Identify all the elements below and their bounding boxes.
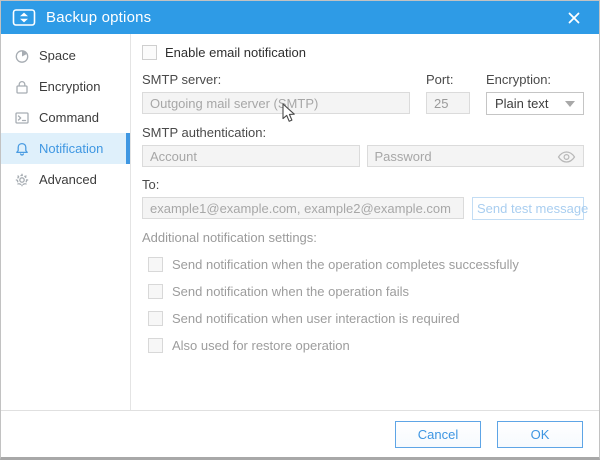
bell-icon — [14, 141, 30, 157]
smtp-fields-row: Plain text — [142, 92, 584, 115]
sidebar-item-command[interactable]: Command — [1, 102, 130, 133]
ok-button[interactable]: OK — [497, 421, 583, 448]
title-bar: Backup options — [1, 1, 599, 34]
encryption-label: Encryption: — [486, 72, 584, 87]
option-row-fail: Send notification when the operation fai… — [142, 283, 584, 299]
pie-chart-icon — [14, 48, 30, 64]
gear-icon — [14, 172, 30, 188]
notify-interaction-checkbox[interactable] — [148, 311, 163, 326]
encryption-select[interactable]: Plain text — [486, 92, 584, 115]
option-row-interaction: Send notification when user interaction … — [142, 310, 584, 326]
to-recipients-input[interactable] — [142, 197, 464, 219]
cancel-button[interactable]: Cancel — [395, 421, 481, 448]
sidebar-item-label: Advanced — [39, 172, 97, 187]
password-field-wrapper — [367, 145, 585, 167]
send-test-message-button[interactable]: Send test message — [472, 197, 584, 220]
notify-success-checkbox[interactable] — [148, 257, 163, 272]
close-icon[interactable] — [557, 1, 591, 34]
backup-transfer-icon — [11, 8, 37, 28]
notify-interaction-label: Send notification when user interaction … — [172, 311, 460, 326]
sidebar-item-label: Space — [39, 48, 76, 63]
notification-settings-panel: Enable email notification SMTP server: P… — [131, 34, 599, 410]
additional-settings-label: Additional notification settings: — [142, 230, 584, 245]
enable-email-notification-checkbox[interactable] — [142, 45, 157, 60]
padlock-icon — [14, 79, 30, 95]
eye-icon[interactable] — [557, 150, 576, 162]
notify-fail-checkbox[interactable] — [148, 284, 163, 299]
smtp-auth-fields-row — [142, 145, 584, 167]
sidebar-item-label: Command — [39, 110, 99, 125]
notify-fail-label: Send notification when the operation fai… — [172, 284, 409, 299]
dialog-footer: Cancel OK — [1, 410, 599, 457]
smtp-server-input[interactable] — [142, 92, 410, 114]
notify-success-label: Send notification when the operation com… — [172, 257, 519, 272]
to-label: To: — [142, 177, 584, 192]
port-input[interactable] — [426, 92, 470, 114]
restore-operation-label: Also used for restore operation — [172, 338, 350, 353]
sidebar-item-space[interactable]: Space — [1, 40, 130, 71]
encryption-selected-value: Plain text — [495, 96, 548, 111]
enable-email-notification-row: Enable email notification — [142, 42, 584, 62]
sidebar: Space Encryption — [1, 34, 131, 410]
enable-email-notification-label: Enable email notification — [165, 45, 306, 60]
smtp-labels-row: SMTP server: Port: Encryption: — [142, 62, 584, 92]
sidebar-item-notification[interactable]: Notification — [1, 133, 130, 164]
account-input[interactable] — [142, 145, 360, 167]
smtp-server-label: SMTP server: — [142, 72, 410, 87]
smtp-auth-label: SMTP authentication: — [142, 125, 584, 140]
restore-operation-checkbox[interactable] — [148, 338, 163, 353]
sidebar-item-advanced[interactable]: Advanced — [1, 164, 130, 195]
password-input[interactable] — [367, 145, 585, 167]
dialog-body: Space Encryption — [1, 34, 599, 410]
sidebar-item-encryption[interactable]: Encryption — [1, 71, 130, 102]
window-title: Backup options — [46, 9, 151, 26]
sidebar-item-label: Notification — [39, 141, 103, 156]
terminal-icon — [14, 110, 30, 126]
option-row-success: Send notification when the operation com… — [142, 256, 584, 272]
port-label: Port: — [426, 72, 470, 87]
option-row-restore: Also used for restore operation — [142, 337, 584, 353]
sidebar-item-label: Encryption — [39, 79, 100, 94]
backup-options-dialog: Backup options Space — [0, 0, 600, 460]
chevron-down-icon — [565, 101, 575, 107]
to-fields-row: Send test message — [142, 197, 584, 220]
